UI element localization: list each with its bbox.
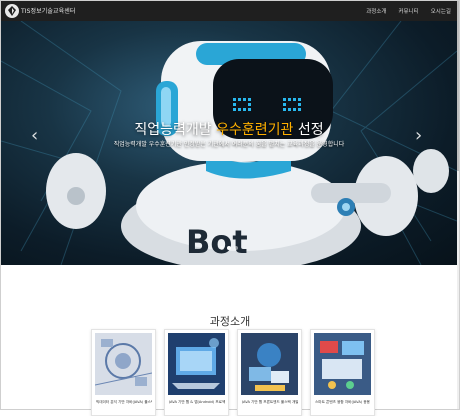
section-title: 과정소개 <box>209 315 251 328</box>
course-thumbnail-3[interactable] <box>241 333 298 395</box>
carousel-dot-3[interactable] <box>234 246 238 250</box>
course-card-1[interactable]: 빅데이터 분석 기반 자바(JAVA) 풀스택 개발자 양성과정 <box>91 329 156 416</box>
carousel-indicators <box>1 246 457 250</box>
main-nav: 과정소개 커뮤니티 오시는길 <box>366 7 451 15</box>
course-title-1[interactable]: 빅데이터 분석 기반 자바(JAVA) 풀스택 개발자 양성과정 <box>96 400 152 405</box>
carousel-prev-icon[interactable]: ‹ <box>31 125 38 146</box>
course-title-4[interactable]: 스마트 콘텐츠 융합 자바(JAVA) 응용 SW 개발자 양성과정 <box>315 400 371 405</box>
course-card-2[interactable]: JAVA 기반 웹 & 앱(Android) 프로젝트 개발자 양성과정 <box>164 329 229 416</box>
course-card-4[interactable]: 스마트 콘텐츠 융합 자바(JAVA) 응용 SW 개발자 양성과정 <box>310 329 375 416</box>
hero-carousel: Bot 직업능력개발 우수훈련기관 선정 직업능력개발 우수훈련기관 인정받은 … <box>1 21 457 265</box>
course-title-2[interactable]: JAVA 기반 웹 & 앱(Android) 프로젝트 개발자 양성과정 <box>169 400 225 405</box>
logo-icon[interactable] <box>5 4 19 18</box>
hero-caption-highlight: 우수훈련기관 <box>216 122 294 138</box>
brand-name[interactable]: TIS정보기술교육센터 <box>21 6 76 15</box>
hero-subcaption: 직업능력개발 우수훈련기관 인정받은 기관에서 여러분의 꿈을 펼치는 교육과정… <box>113 141 345 148</box>
nav-item-directions[interactable]: 오시는길 <box>431 7 451 15</box>
carousel-dot-1[interactable] <box>220 246 224 250</box>
course-thumbnail-2[interactable] <box>168 333 225 395</box>
carousel-next-icon[interactable]: › <box>415 125 422 146</box>
course-title-3[interactable]: JAVA 기반 웹 프론트엔드 풀스택 개발자 양성과정 <box>242 400 298 405</box>
robot-logo-text: Bot <box>186 223 248 261</box>
nav-item-community[interactable]: 커뮤니티 <box>399 7 419 15</box>
nav-item-courses[interactable]: 과정소개 <box>366 7 386 15</box>
scrollbar-thumb[interactable] <box>457 1 459 171</box>
course-thumbnail-1[interactable] <box>95 333 152 395</box>
course-cards: 빅데이터 분석 기반 자바(JAVA) 풀스택 개발자 양성과정 JAVA 기반… <box>91 329 375 416</box>
hero-caption-prefix: 직업능력개발 <box>134 122 217 138</box>
carousel-dot-2[interactable] <box>227 246 231 250</box>
course-card-3[interactable]: JAVA 기반 웹 프론트엔드 풀스택 개발자 양성과정 <box>237 329 302 416</box>
hero-caption: 직업능력개발 우수훈련기관 선정 <box>1 119 457 139</box>
course-thumbnail-4[interactable] <box>314 333 371 395</box>
hero-caption-suffix: 선정 <box>293 122 324 138</box>
top-navbar: TIS정보기술교육센터 과정소개 커뮤니티 오시는길 <box>1 1 457 21</box>
